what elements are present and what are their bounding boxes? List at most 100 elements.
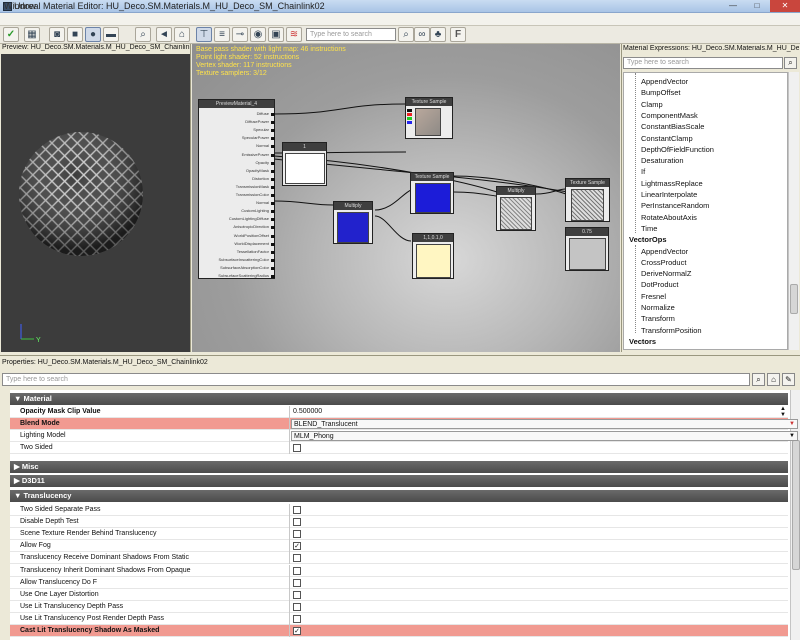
material-input-pin[interactable] [271, 137, 275, 141]
expression-item[interactable]: AppendVector [641, 77, 688, 86]
material-input-pin[interactable] [271, 258, 275, 262]
row-blend-mode[interactable]: Blend Mode BLEND_Translucent ▼ [10, 418, 798, 430]
node-icon[interactable]: ⊤ [196, 27, 212, 42]
row-translucency-option[interactable]: Cast Lit Translucency Shadow As Masked ✓ [10, 625, 788, 637]
section-material[interactable]: ▼ Material [10, 393, 788, 405]
back-icon[interactable]: ◄ [156, 27, 172, 42]
expression-item[interactable]: ConstantClamp [641, 134, 693, 143]
expression-item[interactable]: Normalize [641, 303, 675, 312]
select-lighting-model[interactable]: MLM_Phong ▼ [291, 431, 798, 441]
multiply-node-left[interactable]: Multiply [333, 201, 373, 244]
section-misc[interactable]: ▶ Misc [10, 461, 788, 473]
row-opacity-mask-clip[interactable]: Opacity Mask Clip Value 0.500000 ▲ ▼ [10, 406, 788, 418]
material-input-pin[interactable] [271, 153, 275, 157]
expressions-search-icon[interactable]: ⌕ [784, 57, 797, 69]
material-input-pin[interactable] [271, 169, 275, 173]
row-translucency-option[interactable]: Use One Layer Distortion [10, 588, 788, 601]
material-input-pin[interactable] [271, 250, 275, 254]
realtime-icon[interactable]: ▣ [268, 27, 284, 42]
translucency-option-checkbox[interactable] [293, 566, 301, 575]
toolbar-search-input[interactable]: Type here to search [306, 28, 396, 41]
mobile-icon[interactable]: ≋ [286, 27, 302, 42]
properties-search-input[interactable]: Type here to search [2, 373, 750, 386]
translucency-option-checkbox[interactable] [293, 578, 301, 587]
expression-item[interactable]: TransformPosition [641, 326, 702, 335]
material-input-pin[interactable] [271, 210, 275, 214]
sphere-icon[interactable]: ● [85, 27, 101, 42]
clean-icon[interactable]: ♣ [430, 27, 446, 42]
expression-item[interactable]: ComponentMask [641, 111, 698, 120]
scalar-node[interactable]: 0.75 [565, 227, 609, 271]
expression-item[interactable]: Desaturation [641, 156, 684, 165]
expressions-list[interactable]: AppendVector BumpOffset Clamp ComponentMask… [623, 72, 788, 350]
binoculars-icon[interactable]: ∞ [414, 27, 430, 42]
expression-item[interactable]: If [641, 167, 645, 176]
translucency-option-checkbox[interactable] [293, 614, 301, 623]
expression-item[interactable]: DepthOfFieldFunction [641, 145, 714, 154]
row-translucency-option[interactable]: Scene Texture Render Behind Translucency [10, 528, 788, 541]
material-input-pin[interactable] [271, 275, 275, 278]
translucency-option-checkbox[interactable]: ✓ [293, 627, 301, 635]
texture-sample-node-top[interactable]: Texture Sample [405, 97, 453, 139]
properties-wrench-icon[interactable]: ✎ [782, 373, 795, 386]
menu-window[interactable]: Window [4, 1, 36, 11]
multiply-node-right[interactable]: Multiply [496, 186, 536, 231]
expression-item[interactable]: DotProduct [641, 280, 679, 289]
expression-item[interactable]: PerInstanceRandom [641, 201, 709, 210]
material-input-pin[interactable] [271, 242, 275, 246]
expression-item[interactable]: RotateAboutAxis [641, 213, 697, 222]
expression-item[interactable]: Clamp [641, 100, 663, 109]
material-input-pin[interactable] [271, 194, 275, 197]
expression-item[interactable]: LinearInterpolate [641, 190, 697, 199]
translucency-option-checkbox[interactable] [293, 518, 301, 527]
expression-category[interactable]: VectorOps [629, 235, 667, 244]
material-result-node[interactable]: PreviewMaterial_4 Diffuse DiffusePower Spe… [198, 99, 275, 279]
row-translucency-option[interactable]: Translucency Inherit Dominant Shadows Fr… [10, 564, 788, 577]
expression-item[interactable]: LightmassReplace [641, 179, 703, 188]
material-input-pin[interactable] [271, 202, 275, 206]
grid-icon[interactable]: ▦ [24, 27, 40, 42]
material-graph-canvas[interactable]: Base pass shader with light map: 46 inst… [192, 44, 620, 352]
row-translucency-option[interactable]: Two Sided Separate Pass [10, 504, 788, 516]
expression-item[interactable]: AppendVector [641, 247, 688, 256]
home-icon[interactable]: ⌂ [174, 27, 190, 42]
material-input-pin[interactable] [271, 234, 275, 238]
translucency-option-checkbox[interactable] [293, 554, 301, 563]
properties-scroll-thumb[interactable] [792, 440, 800, 570]
material-input-pin[interactable] [271, 226, 275, 230]
properties-search-icon[interactable]: ⌕ [752, 373, 765, 386]
constant-vector-node[interactable]: 1,1,0.1,0 [412, 233, 454, 279]
close-button[interactable]: ✕ [770, 0, 800, 12]
material-input-pin[interactable] [271, 185, 275, 189]
expression-item[interactable]: BumpOffset [641, 88, 680, 97]
plane-icon[interactable]: ▬ [103, 27, 119, 42]
preview-viewport[interactable]: Y [1, 54, 190, 352]
material-input-pin[interactable] [271, 161, 275, 165]
spinner-icon[interactable]: ▲ ▼ [780, 406, 786, 418]
minimize-button[interactable]: — [722, 0, 744, 12]
expression-item[interactable]: DeriveNormalZ [641, 269, 691, 278]
row-translucency-option[interactable]: Use Lit Translucency Depth Pass [10, 600, 788, 613]
material-input-pin[interactable] [271, 145, 275, 149]
row-translucency-option[interactable]: Allow Translucency Do F [10, 576, 788, 589]
constant-node-white[interactable]: 1 [282, 142, 327, 186]
expression-item[interactable]: Transform [641, 314, 675, 323]
texture-sample-node-mid[interactable]: Texture Sample [410, 172, 454, 214]
expression-item[interactable]: Fresnel [641, 292, 666, 301]
expression-item[interactable]: CrossProduct [641, 258, 686, 267]
expressions-search-input[interactable]: Type here to search [623, 57, 783, 69]
maximize-button[interactable]: □ [746, 0, 768, 12]
section-d3d11[interactable]: ▶ D3D11 [10, 475, 788, 487]
expressions-scroll-thumb[interactable] [790, 284, 798, 314]
translucency-option-checkbox[interactable] [293, 602, 301, 611]
material-input-pin[interactable] [271, 177, 275, 181]
texture-sample-node-right[interactable]: Texture Sample [565, 178, 610, 222]
checkbox-two-sided[interactable] [293, 444, 301, 452]
expression-category[interactable]: Vectors [629, 337, 656, 346]
row-translucency-option[interactable]: Disable Depth Test [10, 516, 788, 529]
find-icon[interactable]: ⌕ [135, 27, 151, 42]
row-two-sided[interactable]: Two Sided [10, 442, 788, 454]
translucency-option-checkbox[interactable] [293, 506, 301, 514]
cube-icon[interactable]: ■ [67, 27, 83, 42]
row-translucency-option[interactable]: Use Lit Translucency Post Render Depth P… [10, 612, 788, 625]
